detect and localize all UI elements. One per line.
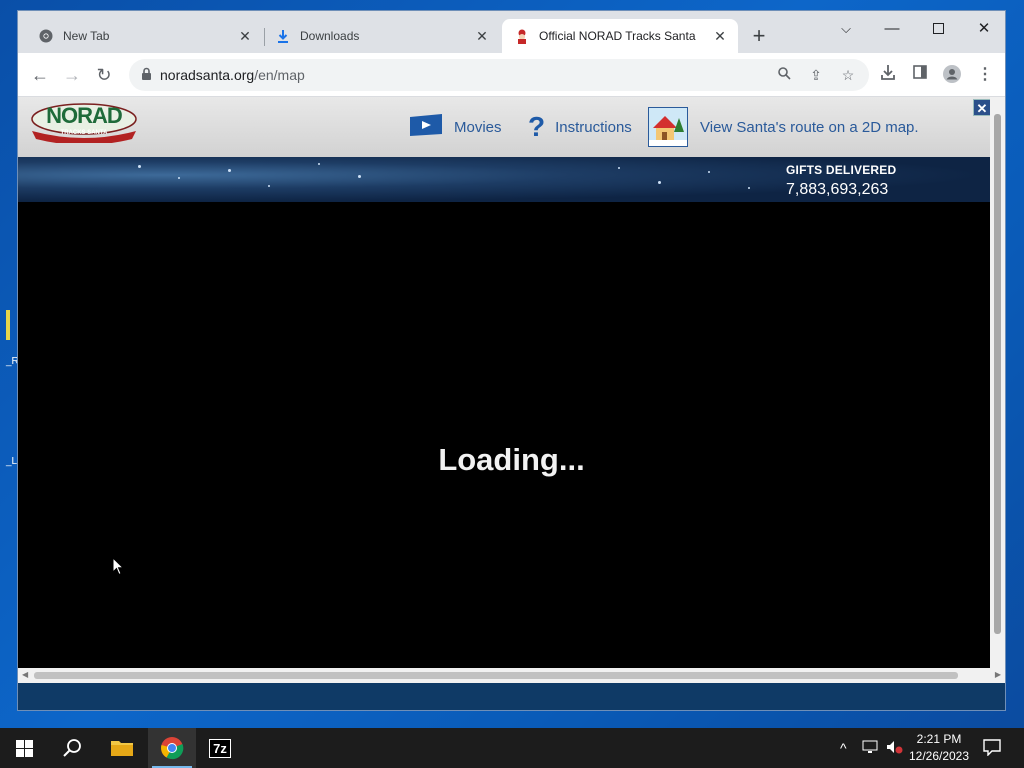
site-header: NORAD TRACKS SANTA Movies ? Instructions… — [18, 97, 990, 157]
close-overlay-icon[interactable]: ✕ — [973, 99, 991, 116]
scrollbar-thumb[interactable] — [34, 672, 958, 679]
address-bar[interactable]: noradsanta.org/en/map ⇪ ☆ — [129, 59, 869, 91]
notifications-icon[interactable] — [983, 738, 1001, 759]
profile-avatar-icon[interactable] — [942, 65, 962, 85]
share-icon[interactable]: ⇪ — [806, 65, 826, 85]
movie-play-icon — [408, 113, 444, 141]
page-footer-band — [18, 683, 1005, 710]
chrome-taskbar-button[interactable] — [148, 728, 196, 768]
nav-2d-map[interactable]: View Santa's route on a 2D map. — [648, 107, 919, 147]
nav-instructions-label: Instructions — [555, 118, 632, 136]
santa-icon — [514, 28, 530, 44]
scroll-left-arrow-icon[interactable]: ◀ — [22, 670, 28, 679]
bookmark-star-icon[interactable]: ☆ — [838, 65, 858, 85]
folder-icon — [111, 741, 133, 756]
volume-muted-icon[interactable] — [886, 740, 904, 757]
snow-particle — [708, 171, 710, 173]
chrome-icon — [38, 28, 54, 44]
logo-text: NORAD — [46, 103, 123, 128]
download-icon — [275, 28, 291, 44]
browser-toolbar: ← → ↻ noradsanta.org/en/map ⇪ ☆ ⋮ — [18, 53, 1005, 97]
maximize-icon[interactable] — [915, 15, 961, 43]
nav-2d-map-label: View Santa's route on a 2D map. — [700, 118, 919, 136]
downloads-icon[interactable] — [878, 65, 898, 85]
chrome-icon — [161, 737, 184, 760]
close-window-icon[interactable]: ✕ — [961, 15, 1005, 43]
tab-title: Official NORAD Tracks Santa — [539, 29, 696, 43]
tab-title: New Tab — [63, 29, 110, 43]
snow-particle — [138, 165, 141, 168]
clock-date: 12/26/2023 — [908, 749, 970, 763]
system-clock[interactable]: 2:21 PM 12/26/2023 — [906, 731, 972, 765]
close-tab-icon[interactable]: ✕ — [474, 28, 490, 44]
close-tab-icon[interactable]: ✕ — [712, 28, 728, 44]
back-arrow-icon[interactable]: ← — [28, 63, 52, 87]
tab-strip: New Tab ✕ Downloads ✕ Official NORAD Tra… — [18, 11, 1005, 53]
question-mark-icon: ? — [528, 111, 546, 142]
snow-particle — [268, 185, 270, 187]
snow-particle — [318, 163, 320, 165]
start-button[interactable] — [0, 728, 48, 768]
network-icon[interactable] — [862, 740, 878, 757]
show-hidden-icons-chevron-up-icon[interactable]: ^ — [840, 740, 847, 756]
menu-kebab-icon[interactable]: ⋮ — [975, 65, 995, 85]
snow-particle — [658, 181, 661, 184]
snow-particle — [358, 175, 361, 178]
tab-new-tab[interactable]: New Tab ✕ — [18, 19, 263, 53]
snow-particle — [178, 177, 180, 179]
nav-movies-label: Movies — [454, 118, 502, 136]
new-tab-icon[interactable]: + — [748, 25, 770, 48]
loading-text: Loading... — [438, 442, 585, 477]
gifts-banner: GIFTS DELIVERED 7,883,693,263 — [18, 157, 990, 202]
search-button[interactable] — [48, 728, 96, 768]
scroll-right-arrow-icon[interactable]: ▶ — [995, 670, 1001, 679]
browser-window: New Tab ✕ Downloads ✕ Official NORAD Tra… — [17, 10, 1006, 711]
vertical-scrollbar[interactable] — [990, 97, 1005, 669]
mouse-cursor-icon — [112, 556, 125, 576]
snow-particle — [618, 167, 620, 169]
nav-instructions[interactable]: ? Instructions — [528, 107, 632, 147]
tab-search-chevron-down-icon[interactable]: ⌵ — [823, 15, 869, 43]
url-path: /en/map — [254, 67, 305, 83]
url-text: noradsanta.org/en/map — [160, 67, 305, 83]
search-icon — [63, 739, 81, 757]
tab-norad[interactable]: Official NORAD Tracks Santa ✕ — [502, 19, 738, 53]
tab-downloads[interactable]: Downloads ✕ — [255, 19, 500, 53]
house-map-icon — [648, 107, 688, 147]
gifts-delivered-count: 7,883,693,263 — [786, 181, 889, 198]
zoom-search-icon[interactable] — [774, 65, 794, 85]
norad-logo[interactable]: NORAD TRACKS SANTA — [28, 101, 140, 145]
tab-title: Downloads — [300, 29, 360, 43]
windows-logo-icon — [15, 739, 33, 757]
close-tab-icon[interactable]: ✕ — [237, 28, 253, 44]
horizontal-scrollbar[interactable]: ◀ ▶ — [18, 668, 1005, 683]
reload-icon[interactable]: ↻ — [92, 63, 116, 87]
side-panel-icon[interactable] — [910, 65, 930, 85]
nav-movies[interactable]: Movies — [408, 107, 502, 147]
desktop-icon-fragment[interactable] — [6, 310, 10, 340]
snow-particle — [228, 169, 231, 172]
minimize-icon[interactable]: — — [869, 15, 915, 43]
lock-icon — [141, 67, 153, 83]
logo-subtext: TRACKS SANTA — [60, 130, 108, 136]
file-explorer-button[interactable] — [98, 728, 146, 768]
scrollbar-thumb[interactable] — [994, 114, 1001, 634]
gifts-delivered-label: GIFTS DELIVERED — [786, 163, 897, 177]
clock-time: 2:21 PM — [916, 732, 962, 746]
7zip-taskbar-button[interactable]: 7z — [196, 728, 244, 768]
taskbar: 7z ^ 2:21 PM 12/26/2023 — [0, 728, 1024, 768]
url-host: noradsanta.org — [160, 67, 255, 83]
7zip-icon: 7z — [209, 738, 231, 758]
forward-arrow-icon[interactable]: → — [60, 63, 84, 87]
page-viewport: NORAD TRACKS SANTA Movies ? Instructions… — [18, 97, 1005, 710]
snow-particle — [748, 187, 750, 189]
